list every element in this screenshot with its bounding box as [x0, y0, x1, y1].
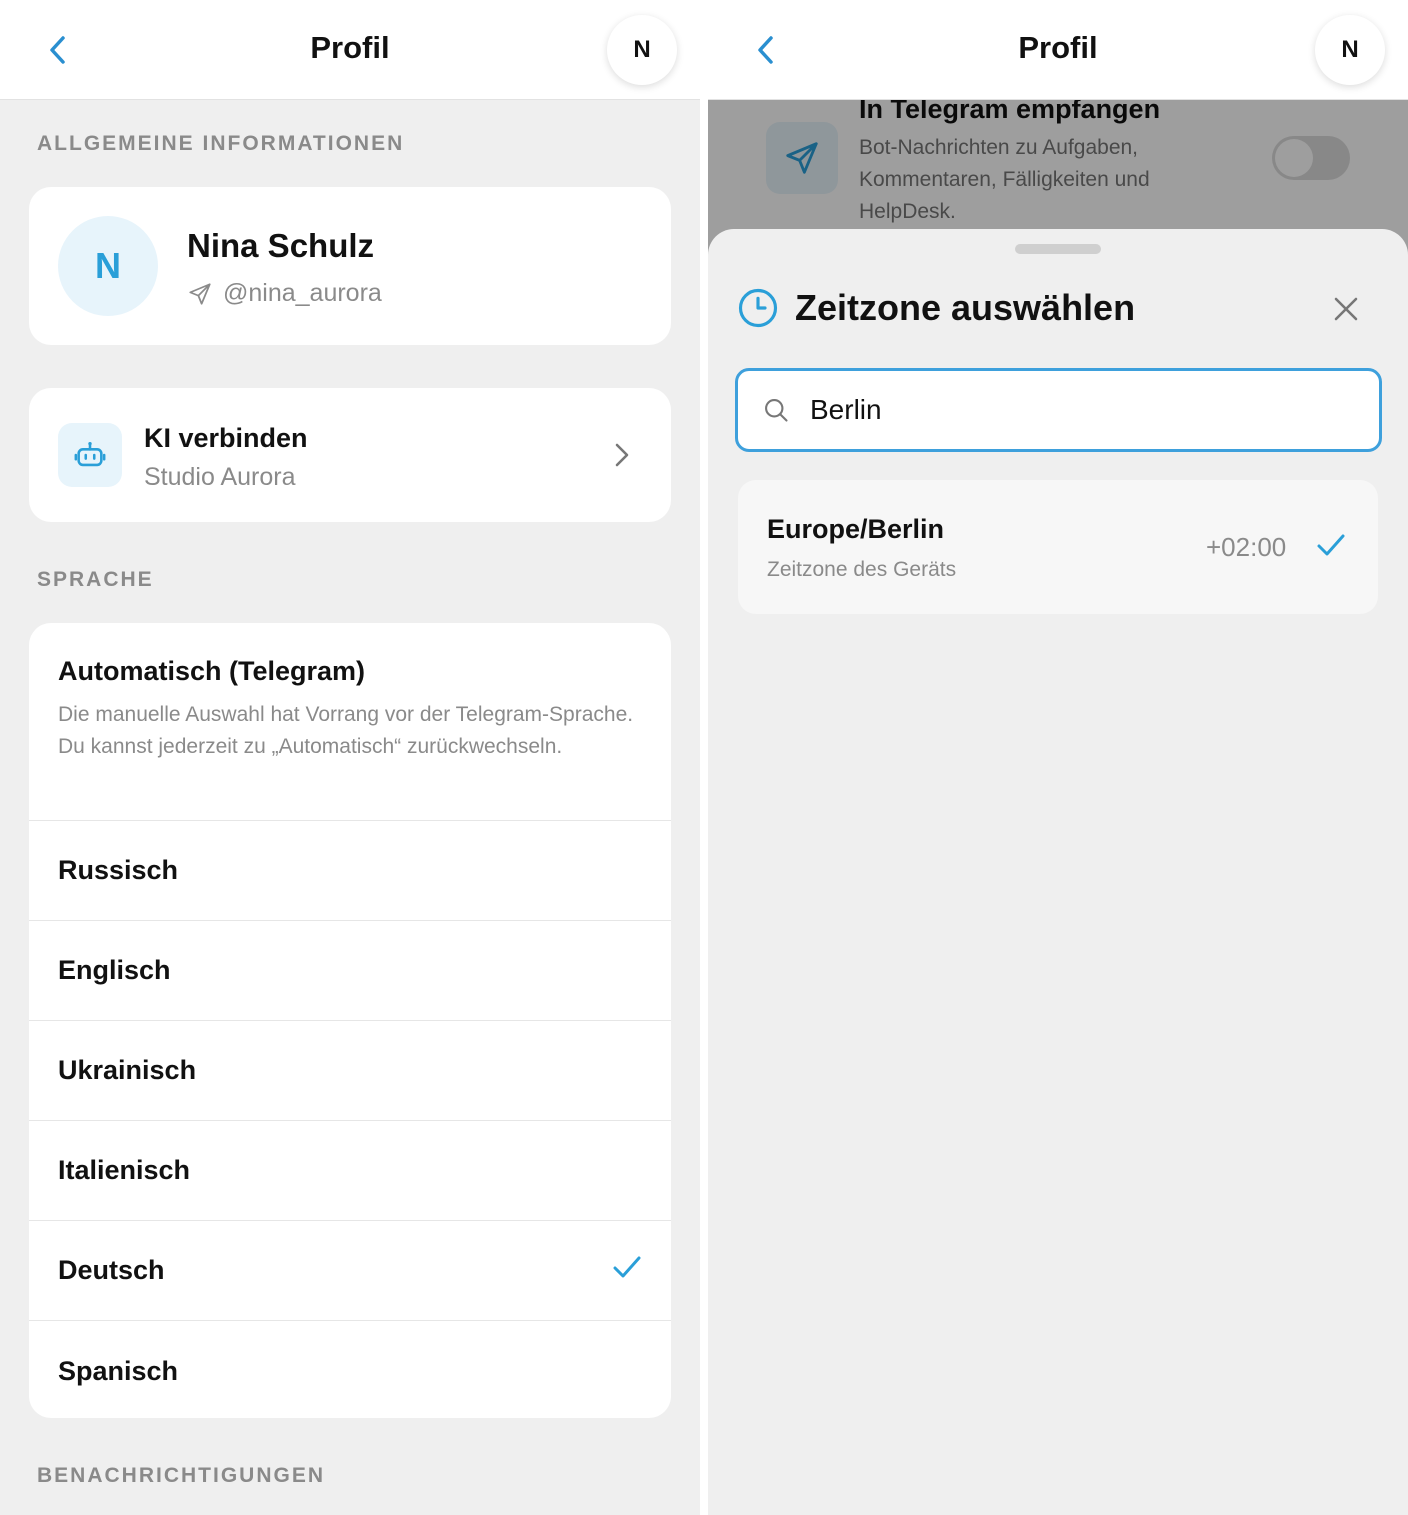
- profile-name: Nina Schulz: [187, 227, 375, 264]
- avatar-button[interactable]: N: [607, 15, 677, 85]
- section-header-notifications: BENACHRICHTIGUNGEN: [37, 1464, 325, 1487]
- timezone-result-row[interactable]: Europe/Berlin Zeitzone des Geräts +02:00: [738, 480, 1378, 614]
- language-label: Deutsch: [58, 1255, 165, 1285]
- send-icon: [189, 282, 211, 305]
- profile-handle: @nina_aurora: [223, 279, 382, 307]
- profile-avatar: N: [58, 216, 158, 316]
- timezone-subtitle: Zeitzone des Geräts: [767, 558, 957, 581]
- timezone-name: Europe/Berlin: [767, 514, 945, 544]
- language-label: Italienisch: [58, 1155, 191, 1185]
- language-label: Englisch: [58, 955, 171, 985]
- ki-connect-row[interactable]: KI verbinden Studio Aurora: [29, 388, 671, 522]
- language-option-russisch[interactable]: Russisch: [29, 821, 671, 921]
- timezone-screen: Profil N In Telegram empfangen Bot-Nachr…: [708, 0, 1408, 1515]
- language-option-ukrainisch[interactable]: Ukrainisch: [29, 1021, 671, 1121]
- profile-screen: Profil N ALLGEMEINE INFORMATIONEN N Nina…: [0, 0, 700, 1515]
- profile-card: N Nina Schulz @nina_aurora: [29, 187, 671, 345]
- language-card: Automatisch (Telegram) Die manuelle Ausw…: [29, 623, 671, 1418]
- chevron-right-icon: [615, 443, 629, 467]
- section-header-general: ALLGEMEINE INFORMATIONEN: [37, 132, 405, 155]
- profile-handle-row: @nina_aurora: [187, 279, 382, 308]
- avatar-button[interactable]: N: [1315, 15, 1385, 85]
- language-label: Russisch: [58, 855, 179, 885]
- language-label: Ukrainisch: [58, 1055, 197, 1085]
- ki-title: KI verbinden: [144, 423, 308, 453]
- robot-icon-tile: [58, 423, 122, 487]
- robot-icon: [74, 441, 106, 467]
- language-label: Spanisch: [58, 1355, 179, 1386]
- sheet-drag-handle[interactable]: [1015, 244, 1101, 254]
- section-header-language: SPRACHE: [37, 568, 154, 591]
- panel-divider: [700, 0, 708, 1515]
- sheet-title: Zeitzone auswählen: [795, 287, 1136, 328]
- language-option-spanisch[interactable]: Spanisch: [29, 1321, 671, 1421]
- sheet-title-row: Zeitzone auswählen: [737, 287, 1135, 329]
- language-auto-title: Automatisch (Telegram): [58, 656, 366, 686]
- search-field: [735, 368, 1382, 452]
- top-bar: Profil N: [708, 0, 1408, 100]
- close-icon: [1334, 297, 1358, 321]
- language-auto-description: Die manuelle Auswahl hat Vorrang vor der…: [58, 703, 634, 758]
- timezone-offset: +02:00: [1206, 532, 1287, 562]
- language-option-deutsch[interactable]: Deutsch: [29, 1221, 671, 1321]
- page-title: Profil: [310, 30, 390, 65]
- top-bar: Profil N: [0, 0, 700, 100]
- page-title: Profil: [1018, 30, 1098, 65]
- search-icon: [765, 399, 788, 422]
- timezone-sheet: Zeitzone auswählen Europe/Berlin Zeitzon…: [708, 229, 1408, 1515]
- checkmark-icon: [1317, 534, 1345, 556]
- search-input[interactable]: [810, 394, 1330, 426]
- language-option-englisch[interactable]: Englisch: [29, 921, 671, 1021]
- clock-icon: [738, 288, 778, 328]
- ki-subtitle: Studio Aurora: [144, 463, 296, 491]
- language-option-italienisch[interactable]: Italienisch: [29, 1121, 671, 1221]
- language-option-auto[interactable]: Automatisch (Telegram) Die manuelle Ausw…: [29, 623, 671, 821]
- close-button[interactable]: [1328, 291, 1364, 327]
- checkmark-icon: [613, 1256, 641, 1278]
